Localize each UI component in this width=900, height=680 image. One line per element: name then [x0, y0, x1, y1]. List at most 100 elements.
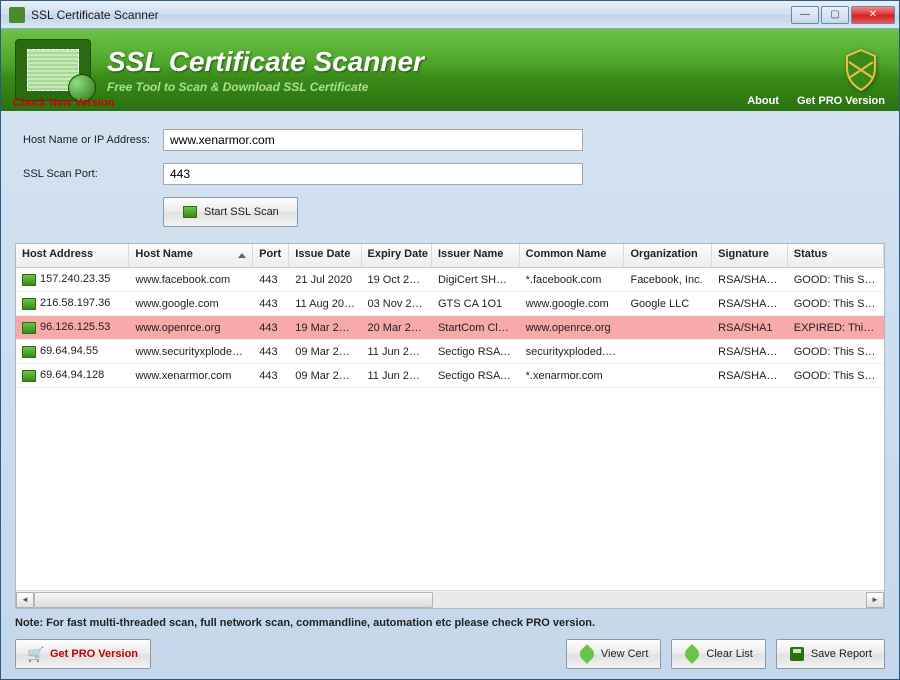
table-cell: www.securityxploded.com — [129, 346, 253, 358]
table-cell: www.google.com — [520, 298, 625, 310]
footer-buttons: 🛒 Get PRO Version View Cert Clear List S… — [15, 639, 885, 669]
table-row[interactable]: 69.64.94.128www.xenarmor.com44309 Mar 20… — [16, 364, 884, 388]
shield-icon — [837, 46, 885, 94]
table-cell: *.xenarmor.com — [520, 370, 625, 382]
column-header[interactable]: Organization — [624, 244, 712, 267]
table-cell: 09 Mar 2020 — [289, 346, 361, 358]
table-cell: www.xenarmor.com — [129, 370, 253, 382]
table-cell: Facebook, Inc. — [624, 274, 712, 286]
table-cell: RSA/SHA1 — [712, 322, 788, 334]
maximize-button[interactable]: ▢ — [821, 6, 849, 24]
table-cell: 216.58.197.36 — [16, 297, 129, 309]
table-cell: 443 — [253, 370, 289, 382]
column-header[interactable]: Host Name — [129, 244, 253, 267]
window-controls: — ▢ ✕ — [791, 6, 895, 24]
table-cell: 96.126.125.53 — [16, 321, 129, 333]
port-input[interactable] — [163, 163, 583, 185]
cert-icon — [22, 346, 36, 358]
table-cell: www.facebook.com — [129, 274, 253, 286]
column-header[interactable]: Expiry Date — [362, 244, 433, 267]
table-cell: GOOD: This SSL ce — [788, 346, 884, 358]
table-cell: StartCom Class ... — [432, 322, 520, 334]
table-cell: 09 Mar 2020 — [289, 370, 361, 382]
minimize-button[interactable]: — — [791, 6, 819, 24]
table-row[interactable]: 96.126.125.53www.openrce.org44319 Mar 20… — [16, 316, 884, 340]
main-content: Host Name or IP Address: SSL Scan Port: … — [1, 111, 899, 679]
table-cell: 157.240.23.35 — [16, 273, 129, 285]
table-cell: DigiCert SHA2 ... — [432, 274, 520, 286]
host-input[interactable] — [163, 129, 583, 151]
scan-form: Host Name or IP Address: SSL Scan Port: … — [15, 123, 885, 237]
table-cell: GTS CA 1O1 — [432, 298, 520, 310]
table-cell: 443 — [253, 346, 289, 358]
table-cell: *.facebook.com — [520, 274, 625, 286]
app-logo — [15, 39, 91, 101]
column-header[interactable]: Status — [788, 244, 884, 267]
table-cell: GOOD: This SSL ce — [788, 370, 884, 382]
table-cell: 443 — [253, 322, 289, 334]
table-row[interactable]: 157.240.23.35www.facebook.com44321 Jul 2… — [16, 268, 884, 292]
table-cell: GOOD: This SSL ce — [788, 298, 884, 310]
get-pro-button[interactable]: 🛒 Get PRO Version — [15, 639, 151, 669]
pro-note: Note: For fast multi-threaded scan, full… — [15, 617, 885, 629]
app-icon — [9, 7, 25, 23]
window-title: SSL Certificate Scanner — [31, 8, 791, 22]
cert-icon — [22, 370, 36, 382]
table-cell: www.openrce.org — [520, 322, 625, 334]
cert-icon — [22, 274, 36, 286]
view-cert-button[interactable]: View Cert — [566, 639, 661, 669]
save-report-button[interactable]: Save Report — [776, 639, 885, 669]
header-subtitle: Free Tool to Scan & Download SSL Certifi… — [107, 80, 837, 94]
table-cell: 21 Jul 2020 — [289, 274, 361, 286]
table-body: 157.240.23.35www.facebook.com44321 Jul 2… — [16, 268, 884, 590]
scroll-thumb[interactable] — [34, 592, 433, 608]
get-pro-link[interactable]: Get PRO Version — [797, 95, 885, 107]
close-button[interactable]: ✕ — [851, 6, 895, 24]
results-table: Host AddressHost NamePortIssue DateExpir… — [15, 243, 885, 609]
table-cell: 20 Mar 2013 — [361, 322, 431, 334]
column-header[interactable]: Common Name — [520, 244, 625, 267]
table-cell: 11 Aug 2020 — [289, 298, 361, 310]
table-cell: securityxploded.com — [520, 346, 625, 358]
table-row[interactable]: 69.64.94.55www.securityxploded.com44309 … — [16, 340, 884, 364]
cert-icon — [22, 298, 36, 310]
table-row[interactable]: 216.58.197.36www.google.com44311 Aug 202… — [16, 292, 884, 316]
table-cell: 19 Mar 2012 — [289, 322, 361, 334]
table-cell: 69.64.94.55 — [16, 345, 129, 357]
table-cell: Google LLC — [624, 298, 712, 310]
check-new-version-link[interactable]: Check New Version — [13, 97, 115, 109]
cert-icon — [22, 322, 36, 334]
table-cell: 11 Jun 2022 — [361, 346, 431, 358]
host-label: Host Name or IP Address: — [23, 134, 163, 146]
column-header[interactable]: Issue Date — [289, 244, 361, 267]
scroll-left-arrow[interactable]: ◄ — [16, 592, 34, 608]
table-cell: 69.64.94.128 — [16, 369, 129, 381]
port-label: SSL Scan Port: — [23, 168, 163, 180]
scan-icon — [182, 204, 198, 220]
table-cell: RSA/SHA256 — [712, 346, 788, 358]
app-window: SSL Certificate Scanner — ▢ ✕ SSL Certif… — [0, 0, 900, 680]
disk-icon — [789, 646, 805, 662]
titlebar[interactable]: SSL Certificate Scanner — ▢ ✕ — [1, 1, 899, 29]
column-header[interactable]: Port — [253, 244, 289, 267]
column-header[interactable]: Host Address — [16, 244, 129, 267]
leaf-icon — [684, 646, 700, 662]
table-cell: Sectigo RSA Do... — [432, 346, 520, 358]
horizontal-scrollbar[interactable]: ◄ ► — [16, 590, 884, 608]
clear-list-button[interactable]: Clear List — [671, 639, 765, 669]
table-cell: 443 — [253, 274, 289, 286]
table-cell: www.openrce.org — [129, 322, 253, 334]
column-header[interactable]: Issuer Name — [432, 244, 520, 267]
start-scan-button[interactable]: Start SSL Scan — [163, 197, 298, 227]
table-cell: RSA/SHA256 — [712, 298, 788, 310]
table-cell: 11 Jun 2022 — [361, 370, 431, 382]
column-header[interactable]: Signature — [712, 244, 788, 267]
about-link[interactable]: About — [747, 95, 779, 107]
header-banner: SSL Certificate Scanner Free Tool to Sca… — [1, 29, 899, 111]
table-cell: GOOD: This SSL ce — [788, 274, 884, 286]
table-cell: EXPIRED: This SSL — [788, 322, 884, 334]
cart-icon: 🛒 — [28, 646, 44, 662]
scroll-right-arrow[interactable]: ► — [866, 592, 884, 608]
header-title: SSL Certificate Scanner — [107, 46, 837, 78]
table-header: Host AddressHost NamePortIssue DateExpir… — [16, 244, 884, 268]
